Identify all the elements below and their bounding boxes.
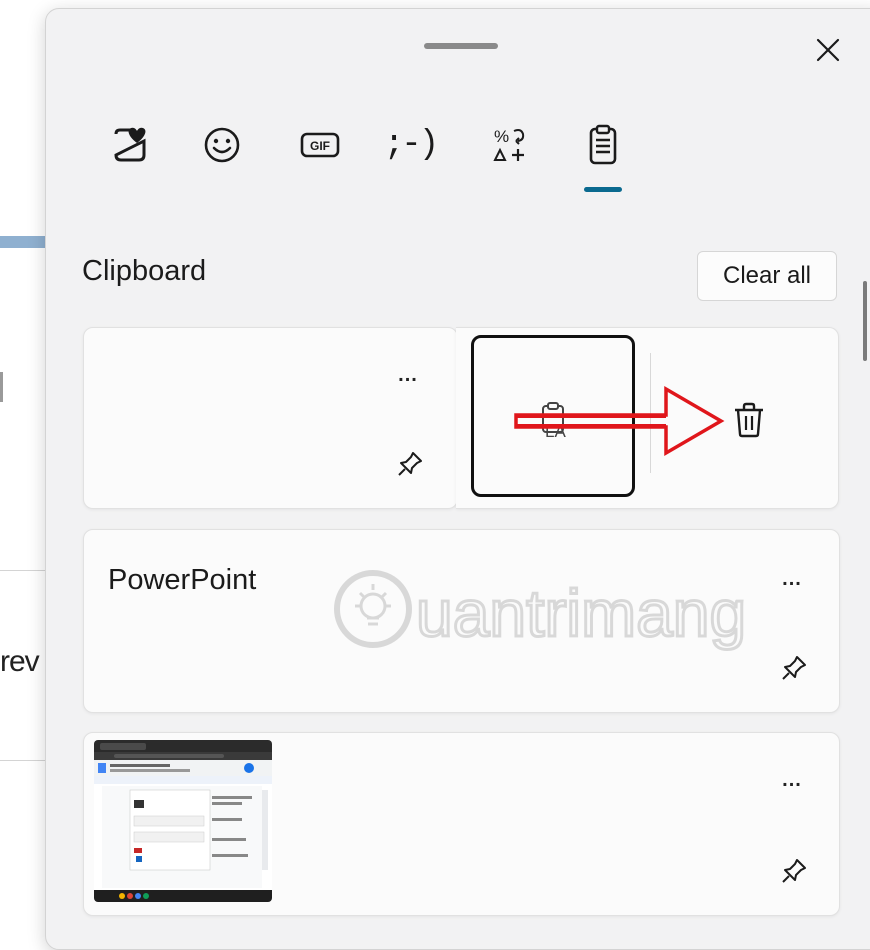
- background-fragment: [0, 372, 9, 402]
- svg-text:uantrimang: uantrimang: [416, 576, 746, 650]
- close-button[interactable]: [811, 33, 845, 67]
- tab-gif[interactable]: GIF: [294, 119, 346, 171]
- gif-icon: GIF: [300, 132, 340, 158]
- pin-icon: [782, 859, 806, 883]
- heart-sticker-icon: [114, 127, 146, 162]
- delete-button[interactable]: [726, 397, 772, 443]
- background-divider: [0, 570, 50, 571]
- drag-handle[interactable]: [424, 43, 498, 49]
- kaomoji-icon: ;-): [383, 126, 439, 164]
- tab-kaomoji[interactable]: ;-): [383, 119, 439, 171]
- close-icon: [816, 38, 840, 62]
- clipboard-item[interactable]: ...: [83, 327, 458, 509]
- more-options-button[interactable]: ...: [772, 564, 812, 594]
- pin-icon: [782, 656, 806, 680]
- pin-icon: [398, 452, 422, 476]
- clipboard-image-thumbnail: [94, 740, 272, 902]
- delete-icon: [735, 402, 763, 438]
- more-options-button[interactable]: ...: [388, 360, 428, 390]
- tab-emoji[interactable]: [196, 119, 248, 171]
- pin-button[interactable]: [774, 851, 814, 891]
- scrollbar-thumb[interactable]: [863, 281, 867, 361]
- more-options-button[interactable]: ...: [772, 765, 812, 795]
- tab-stickers[interactable]: [104, 119, 156, 171]
- symbols-icon: %: [493, 127, 525, 161]
- background-divider: [0, 760, 50, 761]
- background-partial-text: rev: [0, 645, 40, 678]
- emoji-smile-icon: [204, 127, 240, 163]
- svg-text:%: %: [494, 127, 509, 146]
- tab-clipboard[interactable]: [577, 119, 629, 171]
- clipboard-icon: [589, 124, 617, 165]
- section-title: Clipboard: [82, 255, 207, 287]
- pin-button[interactable]: [390, 444, 430, 484]
- clear-all-button[interactable]: Clear all: [697, 251, 837, 301]
- svg-text:GIF: GIF: [310, 139, 330, 153]
- red-arrow-annotation: [514, 385, 725, 457]
- selected-tab-indicator: [584, 187, 622, 192]
- pin-button[interactable]: [774, 648, 814, 688]
- tab-symbols[interactable]: %: [484, 119, 536, 171]
- watermark-logo: uantrimang: [334, 570, 748, 652]
- clipboard-item-text: PowerPoint: [108, 564, 257, 596]
